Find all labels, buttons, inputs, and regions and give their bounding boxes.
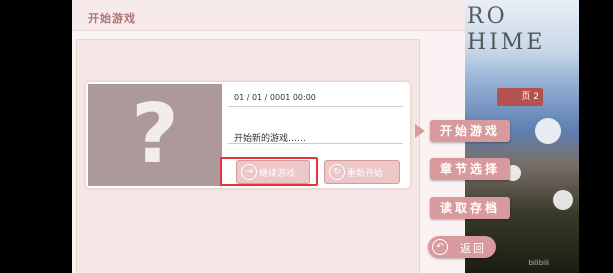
back-button[interactable]: ↶ 返回 [428,236,496,258]
game-screen: RO HIME 页 2 bilibili 开始游戏 ? 01 / 01 / 00… [0,0,613,273]
watermark: bilibili [528,259,549,267]
left-letterbox [0,0,72,273]
menu-start-game[interactable]: 开始游戏 [430,120,510,142]
right-letterbox [579,0,613,273]
restart-label: 重新开始 [347,169,384,179]
restart-button[interactable]: ↻ 重新开始 [324,160,400,184]
panel-title: 开始游戏 [88,12,136,25]
flower-decoration [535,118,561,144]
background-tag: 页 2 [497,88,543,106]
flower-decoration [553,190,573,210]
save-date: 01 / 01 / 0001 00:00 [234,93,316,102]
restart-icon: ↻ [329,164,345,180]
header-divider [72,30,465,31]
game-logo: RO HIME [467,4,546,55]
selection-highlight [220,157,318,186]
back-icon: ↶ [432,239,448,255]
divider [228,106,403,107]
menu-load-save[interactable]: 读取存档 [430,197,510,219]
question-mark-icon: ? [131,87,179,182]
menu-chapter-select[interactable]: 章节选择 [430,158,510,180]
divider [228,143,403,144]
back-label: 返回 [460,242,486,255]
active-menu-pointer [415,124,425,138]
save-thumbnail: ? [88,84,222,186]
